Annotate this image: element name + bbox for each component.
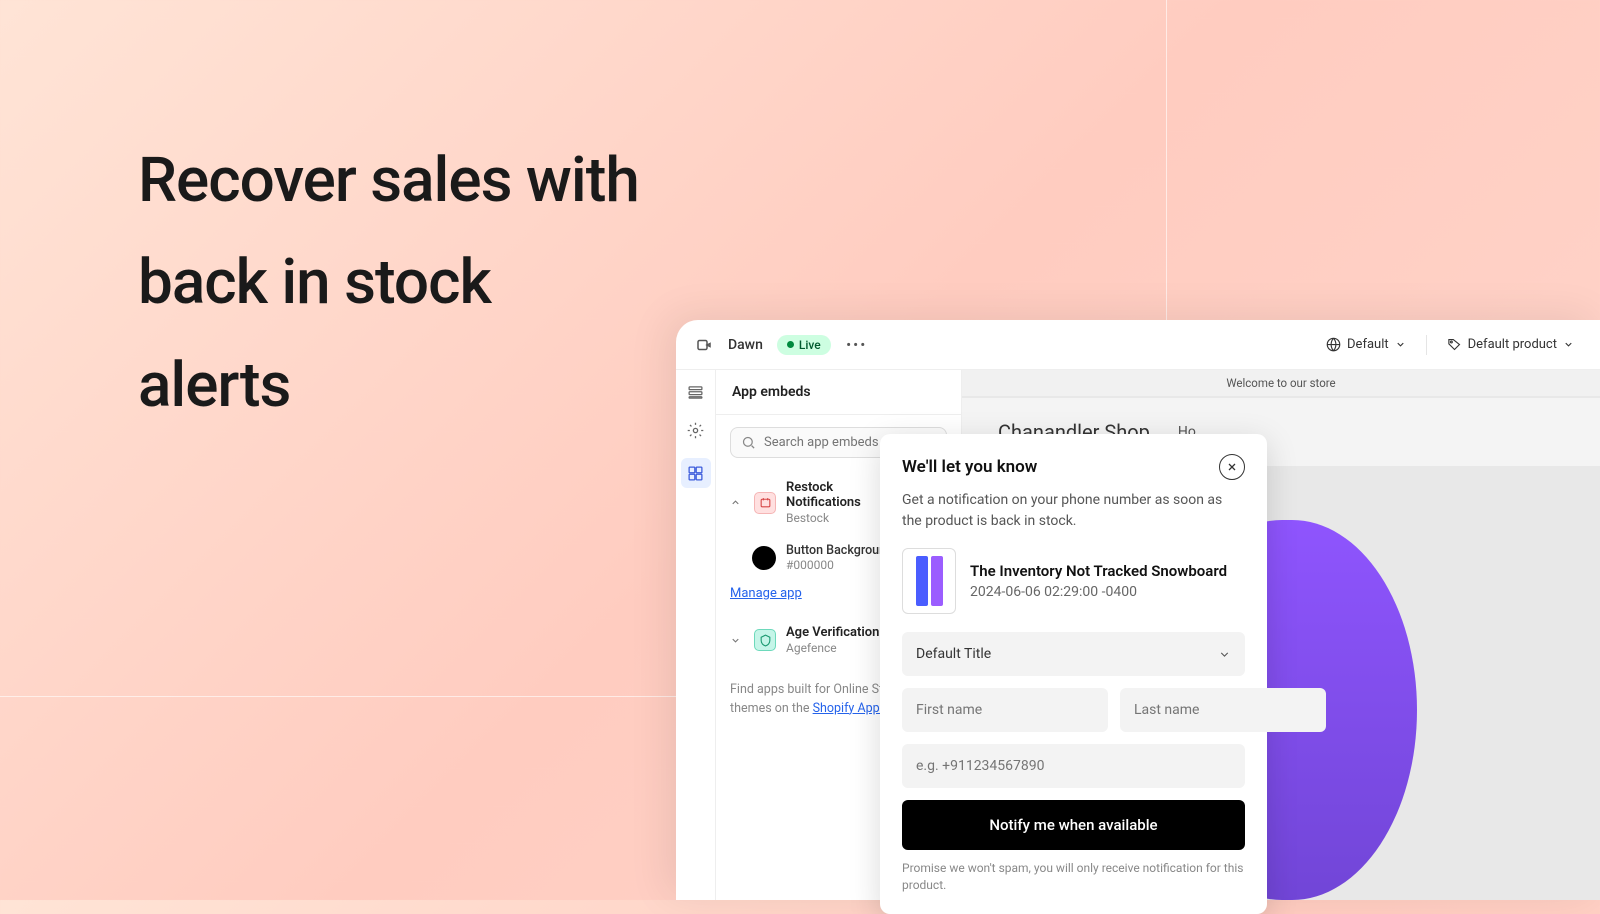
topbar-divider [1426,335,1427,355]
product-timestamp: 2024-06-06 02:29:00 -0400 [970,584,1245,600]
modal-description: Get a notification on your phone number … [902,490,1245,532]
chevron-up-icon [730,497,744,508]
locale-dropdown[interactable]: Default [1318,331,1414,358]
more-actions-button[interactable]: ••• [845,333,869,357]
chevron-down-icon [1218,648,1231,661]
color-swatch [752,546,776,570]
modal-footer-note: Promise we won't spam, you will only rec… [902,860,1245,894]
last-name-input[interactable] [1120,688,1326,732]
hero-heading: Recover sales with back in stock alerts [138,130,639,437]
chevron-down-icon [1563,339,1574,350]
topbar: Dawn Live ••• Default Default product [676,320,1600,370]
search-icon [741,435,756,450]
notify-modal: We'll let you know Get a notification on… [880,434,1267,914]
agefence-app-icon [754,629,776,651]
theme-name: Dawn [728,337,763,353]
globe-icon [1326,337,1341,352]
editor-rail [676,370,716,900]
settings-rail-button[interactable] [686,420,706,440]
close-icon [1226,461,1238,473]
app-embeds-rail-button[interactable] [681,458,711,488]
chevron-down-icon [730,635,744,646]
modal-title: We'll let you know [902,457,1037,477]
live-badge: Live [777,335,831,355]
template-dropdown[interactable]: Default product [1439,331,1582,358]
product-thumbnail [902,548,956,614]
tag-icon [1447,337,1462,352]
product-name: The Inventory Not Tracked Snowboard [970,562,1245,580]
variant-select[interactable]: Default Title [902,632,1245,676]
announcement-bar: Welcome to our store [962,370,1600,396]
live-dot-icon [787,341,794,348]
restock-app-icon [754,492,776,514]
product-summary: The Inventory Not Tracked Snowboard 2024… [902,548,1245,614]
first-name-input[interactable] [902,688,1108,732]
sections-rail-button[interactable] [686,382,706,402]
chevron-down-icon [1395,339,1406,350]
sidebar-title: App embeds [716,370,961,415]
close-button[interactable] [1219,454,1245,480]
phone-input[interactable] [902,744,1245,788]
exit-editor-button[interactable] [694,335,714,355]
notify-button[interactable]: Notify me when available [902,800,1245,850]
